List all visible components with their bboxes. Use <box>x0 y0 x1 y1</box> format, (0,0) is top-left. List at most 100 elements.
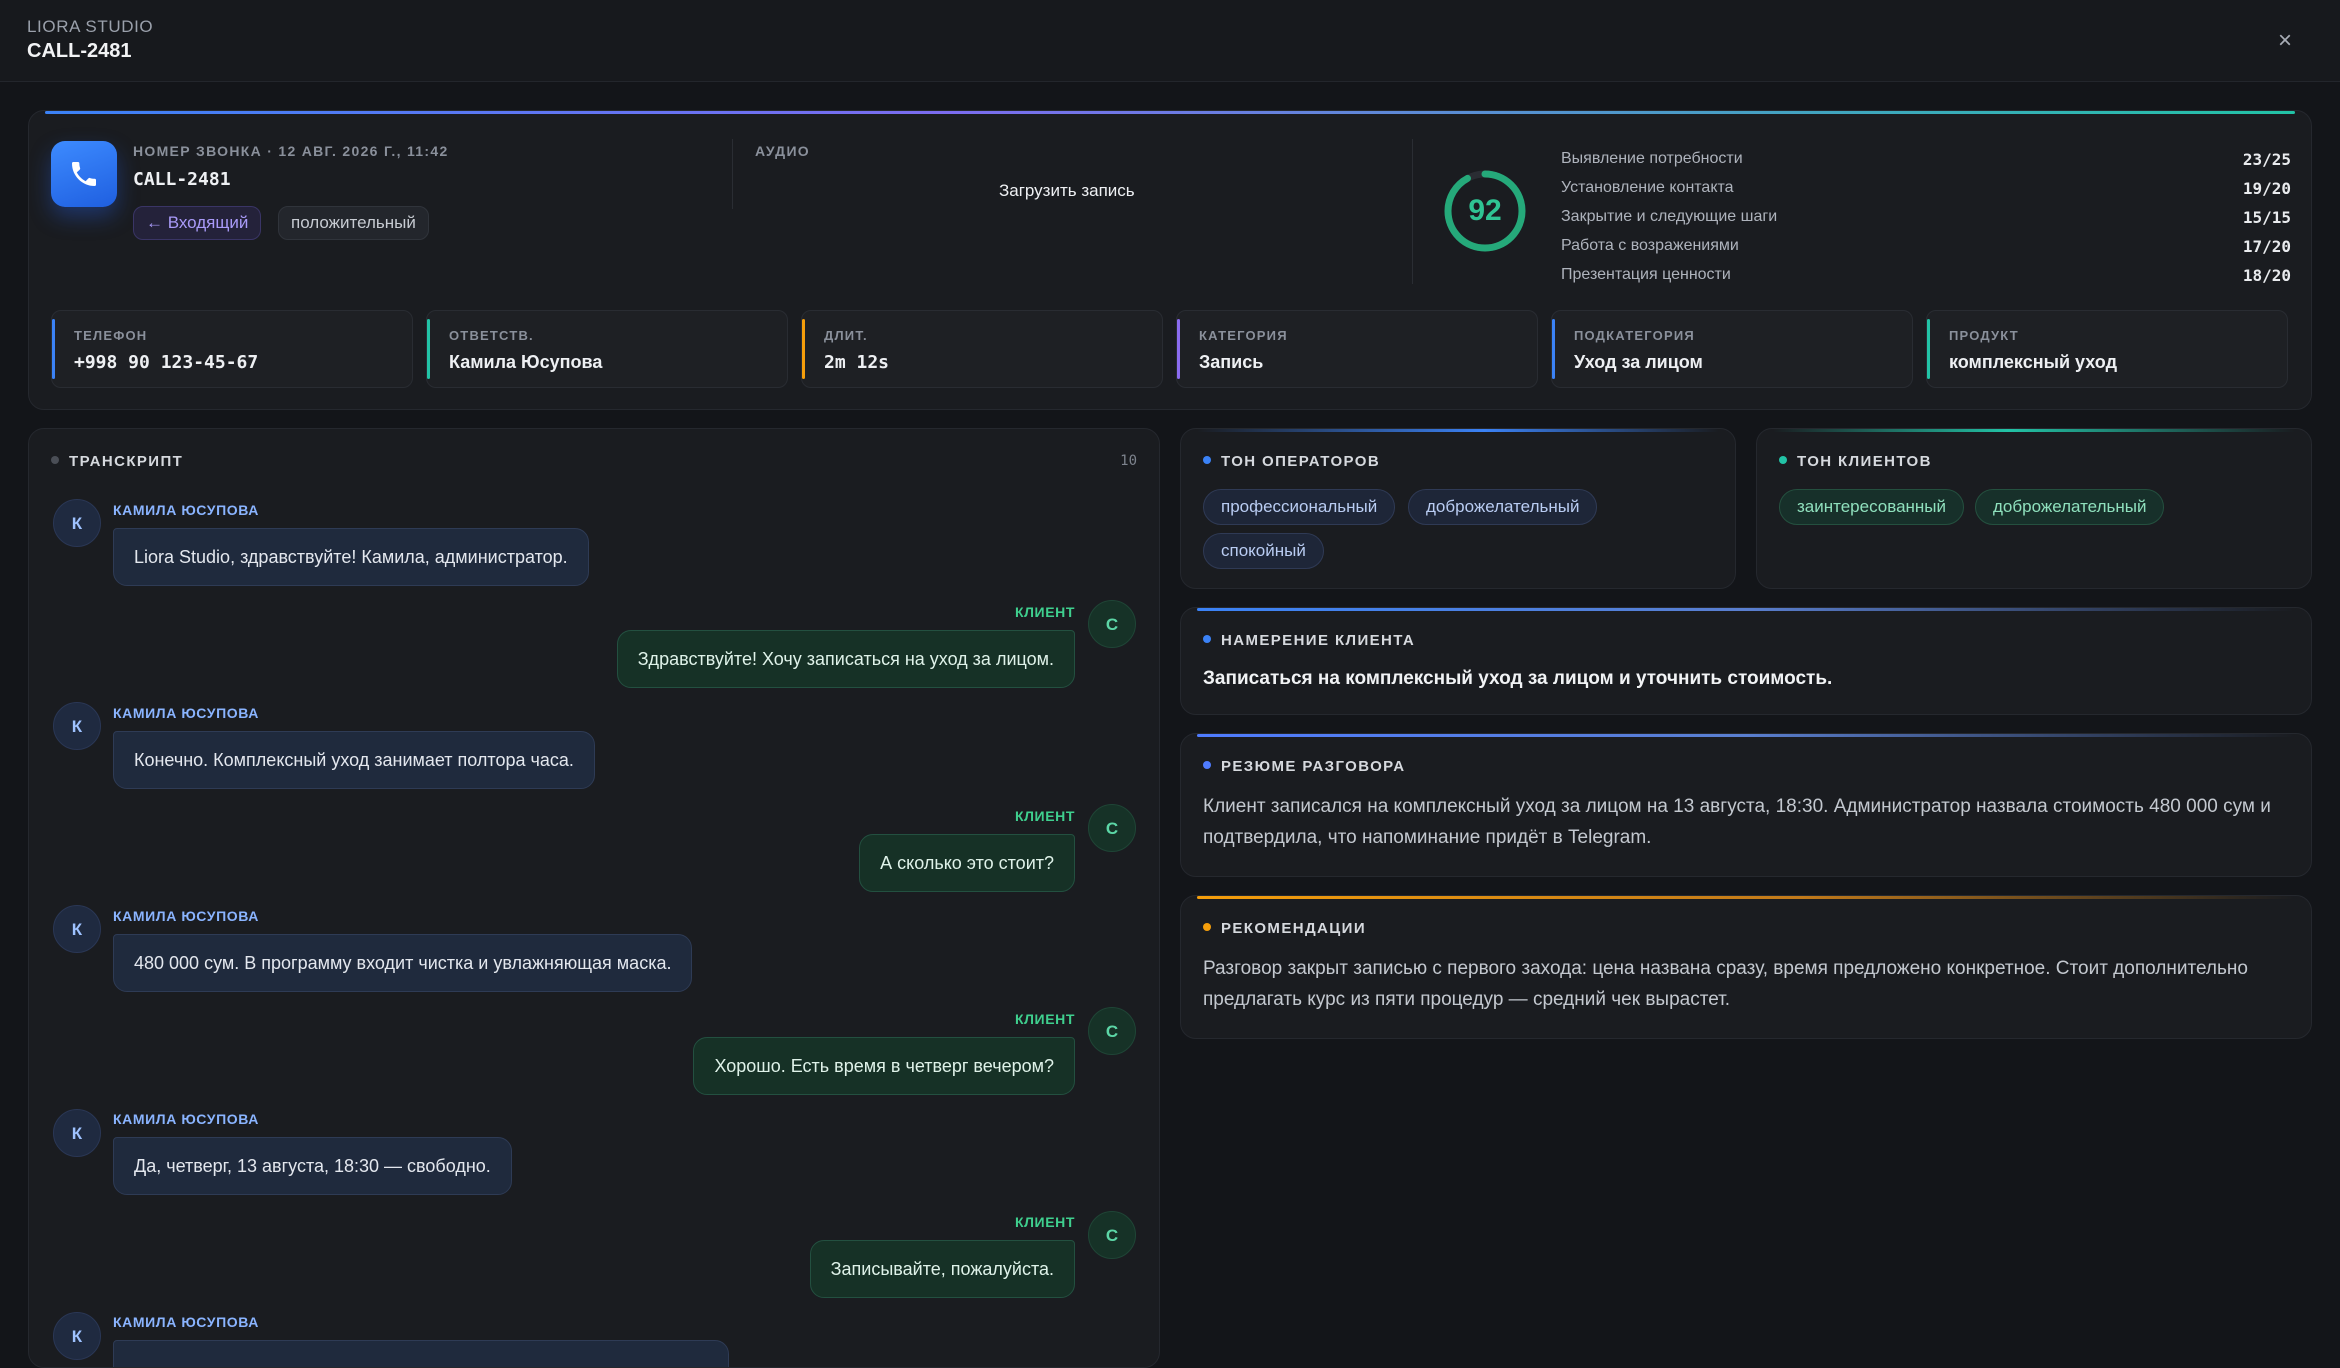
tone-tag: заинтересованный <box>1779 489 1965 525</box>
field-value: 2m 12s <box>824 352 890 373</box>
field-accent-bar <box>427 319 430 379</box>
message-bubble: А сколько это стоит? <box>859 834 1075 892</box>
tone-tag: профессиональный <box>1203 489 1396 525</box>
message-bubble: Liora Studio, здравствуйте! Камила, адми… <box>113 528 589 586</box>
divider <box>732 139 733 209</box>
criterion-score: 17/20 <box>2242 237 2291 256</box>
field-value: комплексный уход <box>1949 352 2117 372</box>
criterion-row: Презентация ценности 18/20 <box>1561 266 2291 295</box>
message-bubble: Здравствуйте! Хочу записаться на уход за… <box>616 630 1075 688</box>
field-accent-bar <box>802 319 805 379</box>
section-dot <box>1203 761 1211 770</box>
operator-tone-card: ТОН ОПЕРАТОРОВ профессиональный доброжел… <box>1180 428 1736 589</box>
criterion-name: Закрытие и следующие шаги <box>1561 208 1778 225</box>
field-accent-bar <box>1177 319 1180 379</box>
card-accent-line <box>1197 608 2295 611</box>
window-title: CALL-2481 <box>27 40 132 62</box>
avatar: С <box>1088 600 1136 648</box>
close-icon[interactable]: × <box>2270 26 2300 56</box>
speaker-name: КЛИЕНТ <box>1014 1214 1075 1230</box>
call-header-card: НОМЕР ЗВОНКА · 12 АВГ. 2026 Г., 11:42 CA… <box>28 110 2312 410</box>
card-accent-line <box>1773 429 2295 432</box>
recommendations-card: РЕКОМЕНДАЦИИ Разговор закрыт записью с п… <box>1180 895 2312 1039</box>
tone-tag: доброжелательный <box>1408 489 1598 525</box>
call-id: CALL-2481 <box>133 169 231 190</box>
tone-tag: доброжелательный <box>1975 489 2165 525</box>
criterion-name: Презентация ценности <box>1561 266 1731 283</box>
criterion-score: 23/25 <box>2242 150 2291 169</box>
transcript-panel[interactable]: ТРАНСКРИПТ 10 К КАМИЛА ЮСУПОВА Liora Stu… <box>28 428 1160 1368</box>
upload-recording-button[interactable]: Загрузить запись <box>999 181 1135 201</box>
avatar: К <box>53 702 101 750</box>
field-duration: ДЛИТ. 2m 12s <box>801 310 1163 388</box>
field-phone: ТЕЛЕФОН +998 90 123-45-67 <box>51 310 413 388</box>
field-label: ТЕЛЕФОН <box>74 328 148 343</box>
message-bubble: 480 000 сум. В программу входит чистка и… <box>113 934 693 992</box>
field-product: ПРОДУКТ комплексный уход <box>1926 310 2288 388</box>
field-value: Камила Юсупова <box>449 352 603 372</box>
criterion-score: 19/20 <box>2242 179 2291 198</box>
speaker-name: КЛИЕНТ <box>1014 808 1075 824</box>
field-label: ДЛИТ. <box>824 328 868 343</box>
field-accent-bar <box>1552 319 1555 379</box>
message-bubble <box>113 1340 729 1367</box>
message-count: 10 <box>1120 453 1137 469</box>
message-bubble: Конечно. Комплексный уход занимает полто… <box>113 731 595 789</box>
field-value: +998 90 123-45-67 <box>74 352 259 373</box>
avatar: К <box>53 1109 101 1157</box>
message-bubble: Да, четверг, 13 августа, 18:30 — свободн… <box>113 1137 512 1195</box>
card-accent-line <box>1197 429 1719 432</box>
client-tone-card: ТОН КЛИЕНТОВ заинтересованный доброжелат… <box>1756 428 2312 589</box>
sentiment-badge: положительный <box>278 206 429 240</box>
message-bubble: Записывайте, пожалуйста. <box>809 1240 1075 1298</box>
tone-tag: спокойный <box>1203 533 1324 569</box>
section-dot <box>1779 456 1787 465</box>
client-intent-text: Записаться на комплексный уход за лицом … <box>1203 668 1833 689</box>
brand-name: LIORA STUDIO <box>27 17 154 36</box>
field-label: ПОДКАТЕГОРИЯ <box>1574 328 1695 343</box>
field-accent-bar <box>1927 319 1930 379</box>
field-subcategory: ПОДКАТЕГОРИЯ Уход за лицом <box>1551 310 1913 388</box>
field-label: ПРОДУКТ <box>1949 328 2019 343</box>
divider <box>1412 139 1413 284</box>
avatar: С <box>1088 1007 1136 1055</box>
call-meta-label: НОМЕР ЗВОНКА · 12 АВГ. 2026 Г., 11:42 <box>133 143 449 159</box>
top-bar: LIORA STUDIO CALL-2481 × <box>0 0 2340 82</box>
criterion-row: Работа с возражениями 17/20 <box>1561 237 2291 266</box>
criterion-score: 18/20 <box>2242 266 2291 285</box>
speaker-name: КАМИЛА ЮСУПОВА <box>113 1314 259 1330</box>
criterion-row: Установление контакта 19/20 <box>1561 179 2291 208</box>
avatar: К <box>53 905 101 953</box>
speaker-name: КЛИЕНТ <box>1014 1011 1075 1027</box>
criterion-row: Выявление потребности 23/25 <box>1561 150 2291 179</box>
phone-icon <box>51 141 117 207</box>
field-value: Запись <box>1199 352 1264 372</box>
section-dot <box>1203 456 1211 465</box>
criterion-row: Закрытие и следующие шаги 15/15 <box>1561 208 2291 237</box>
client-intent-card: НАМЕРЕНИЕ КЛИЕНТА Записаться на комплекс… <box>1180 607 2312 715</box>
speaker-name: КАМИЛА ЮСУПОВА <box>113 908 259 924</box>
field-label: КАТЕГОРИЯ <box>1199 328 1288 343</box>
section-dot <box>1203 923 1211 932</box>
avatar: С <box>1088 1211 1136 1259</box>
section-dot <box>51 456 59 465</box>
criterion-score: 15/15 <box>2242 208 2291 227</box>
speaker-name: КАМИЛА ЮСУПОВА <box>113 705 259 721</box>
operator-tone-title: ТОН ОПЕРАТОРОВ <box>1203 453 1380 470</box>
summary-text: Клиент записался на комплексный уход за … <box>1203 796 2271 848</box>
message-bubble: Хорошо. Есть время в четверг вечером? <box>693 1037 1075 1095</box>
avatar: К <box>53 1312 101 1360</box>
client-tone-title: ТОН КЛИЕНТОВ <box>1779 453 1932 470</box>
recommendations-title: РЕКОМЕНДАЦИИ <box>1203 920 1366 937</box>
client-intent-title: НАМЕРЕНИЕ КЛИЕНТА <box>1203 632 1415 649</box>
audio-label: АУДИО <box>755 143 811 159</box>
direction-badge: ← Входящий <box>133 206 262 240</box>
speaker-name: КАМИЛА ЮСУПОВА <box>113 502 259 518</box>
avatar: С <box>1088 804 1136 852</box>
section-dot <box>1203 635 1211 644</box>
transcript-title: ТРАНСКРИПТ <box>51 453 183 470</box>
field-value: Уход за лицом <box>1574 352 1703 372</box>
summary-card: РЕЗЮМЕ РАЗГОВОРА Клиент записался на ком… <box>1180 733 2312 877</box>
criterion-name: Установление контакта <box>1561 179 1734 196</box>
field-responsible: ОТВЕТСТВ. Камила Юсупова <box>426 310 788 388</box>
